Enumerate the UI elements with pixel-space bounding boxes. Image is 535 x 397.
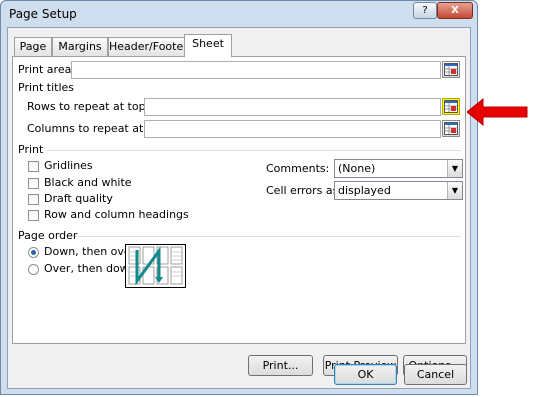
- help-button[interactable]: ?: [413, 2, 437, 19]
- print-area-label: Print area:: [18, 63, 76, 76]
- down-then-over-radio[interactable]: [28, 247, 39, 258]
- print-area-field[interactable]: [71, 61, 441, 79]
- tab-margins[interactable]: Margins: [52, 37, 108, 56]
- print-titles-heading: Print titles: [18, 81, 75, 94]
- title-bar[interactable]: Page Setup ? X: [1, 1, 477, 27]
- rows-repeat-ref-button[interactable]: [442, 98, 460, 115]
- cell-errors-select[interactable]: displayed ▼: [334, 181, 463, 200]
- cell-errors-label: Cell errors as:: [266, 184, 343, 197]
- close-button[interactable]: X: [437, 2, 473, 19]
- page-order-preview: [125, 244, 186, 288]
- print-separator: [47, 150, 461, 151]
- collapse-dialog-icon: [444, 100, 458, 113]
- chevron-down-icon[interactable]: ▼: [447, 160, 462, 177]
- red-arrow-icon: [467, 97, 528, 127]
- cols-repeat-field[interactable]: [144, 120, 441, 138]
- print-heading: Print: [18, 143, 44, 156]
- chevron-down-icon[interactable]: ▼: [447, 182, 462, 199]
- cell-errors-value: displayed: [338, 184, 391, 197]
- cancel-button[interactable]: Cancel: [404, 364, 467, 385]
- gridlines-checkbox[interactable]: [28, 161, 39, 172]
- black-white-label: Black and white: [44, 176, 132, 189]
- black-white-checkbox[interactable]: [28, 178, 39, 189]
- sheet-panel: Print area: Print titles Rows to repeat …: [12, 56, 467, 376]
- print-button[interactable]: Print...: [248, 355, 313, 376]
- tab-page[interactable]: Page: [14, 37, 52, 56]
- ok-button[interactable]: OK: [334, 364, 397, 385]
- rows-repeat-label: Rows to repeat at top:: [27, 100, 150, 113]
- draft-quality-checkbox[interactable]: [28, 194, 39, 205]
- print-area-ref-button[interactable]: [442, 61, 460, 78]
- window-title: Page Setup: [9, 7, 77, 21]
- comments-value: (None): [338, 162, 376, 175]
- draft-quality-label: Draft quality: [44, 192, 113, 205]
- over-then-down-label: Over, then down: [44, 262, 136, 275]
- page-setup-dialog: Page Setup ? X Page Margins Header/Foote…: [0, 0, 478, 395]
- page-order-separator: [75, 236, 461, 237]
- page-order-heading: Page order: [18, 229, 78, 242]
- cols-repeat-ref-button[interactable]: [442, 120, 460, 137]
- dialog-client: Page Margins Header/Footer Sheet Print a…: [7, 27, 471, 389]
- comments-label: Comments:: [266, 162, 330, 175]
- down-then-over-label: Down, then over: [44, 245, 136, 258]
- tab-header-footer[interactable]: Header/Footer: [108, 37, 188, 56]
- tab-sheet[interactable]: Sheet: [184, 34, 232, 57]
- collapse-dialog-icon: [444, 122, 458, 135]
- row-col-headings-label: Row and column headings: [44, 208, 189, 221]
- page-order-diagram-icon: [128, 246, 183, 286]
- row-col-headings-checkbox[interactable]: [28, 210, 39, 221]
- collapse-dialog-icon: [444, 63, 458, 76]
- rows-repeat-field[interactable]: [144, 98, 441, 116]
- gridlines-label: Gridlines: [44, 159, 93, 172]
- over-then-down-radio[interactable]: [28, 264, 39, 275]
- comments-select[interactable]: (None) ▼: [334, 159, 463, 178]
